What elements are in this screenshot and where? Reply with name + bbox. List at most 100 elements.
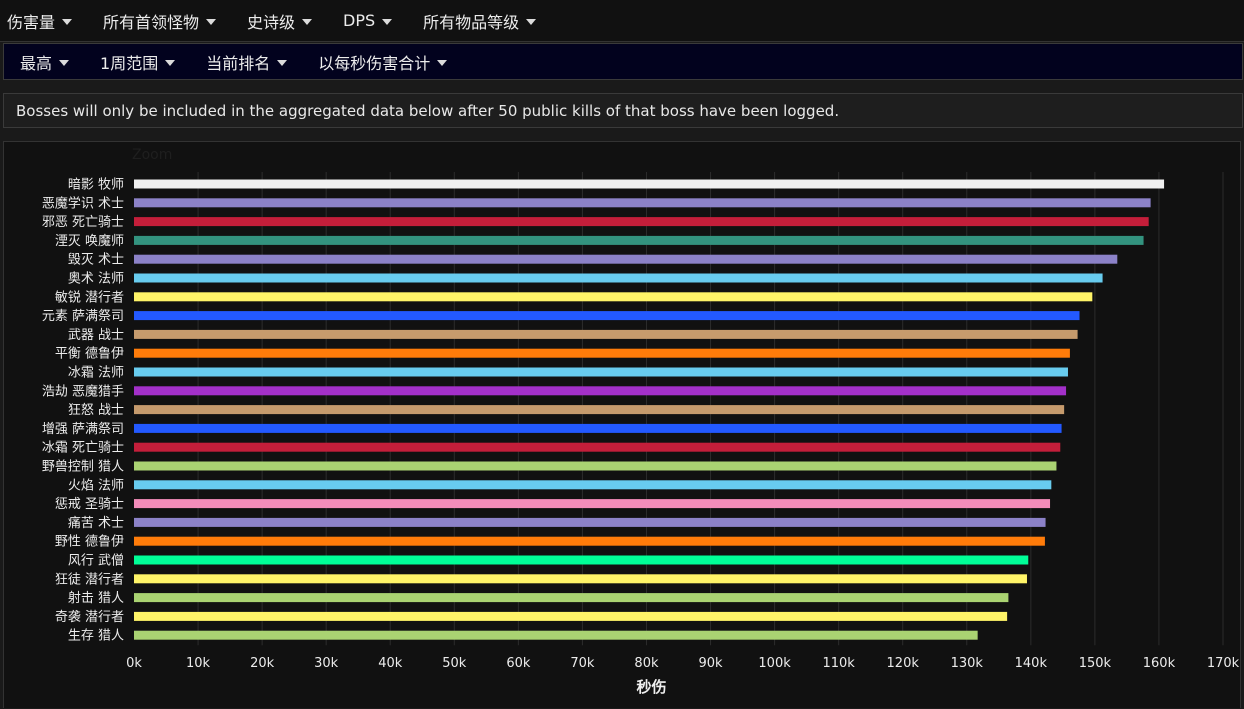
category-label: 平衡 德鲁伊 bbox=[55, 347, 124, 362]
bar[interactable] bbox=[134, 442, 1061, 452]
x-tick-label: 40k bbox=[378, 656, 403, 671]
x-tick-label: 70k bbox=[570, 656, 595, 671]
bar[interactable] bbox=[134, 386, 1067, 396]
x-tick-label: 100k bbox=[758, 656, 791, 671]
top-filter-bar: 伤害量 所有首领怪物 史诗级 DPS 所有物品等级 bbox=[0, 0, 1244, 42]
calculation-dropdown[interactable]: 以每秒伤害合计 bbox=[318, 50, 448, 74]
time-range-dropdown[interactable]: 1周范围 bbox=[100, 50, 176, 74]
category-label: 增强 萨满祭司 bbox=[42, 422, 124, 437]
bar[interactable] bbox=[134, 235, 1144, 245]
x-axis-title: 秒伤 bbox=[636, 678, 666, 696]
category-label: 痛苦 术士 bbox=[68, 515, 124, 531]
boss-dropdown-label: 所有首领怪物 bbox=[103, 12, 200, 32]
item-level-dropdown[interactable]: 所有物品等级 bbox=[423, 9, 537, 33]
metric-dropdown[interactable]: 伤害量 bbox=[7, 9, 73, 33]
category-label: 冰霜 法师 bbox=[68, 366, 124, 381]
caret-down-icon bbox=[302, 18, 313, 25]
x-tick-label: 20k bbox=[250, 656, 275, 671]
category-label: 敏锐 潜行者 bbox=[55, 290, 124, 305]
item-level-dropdown-label: 所有物品等级 bbox=[423, 12, 520, 32]
aggregate-dropdown[interactable]: 最高 bbox=[20, 50, 70, 74]
category-label: 恶魔学识 术士 bbox=[42, 195, 124, 211]
category-label: 邪恶 死亡骑士 bbox=[42, 215, 124, 230]
metric-dropdown-label: 伤害量 bbox=[7, 12, 56, 32]
category-label: 惩戒 圣骑士 bbox=[55, 497, 124, 512]
calculation-dropdown-label: 以每秒伤害合计 bbox=[318, 53, 431, 73]
bar[interactable] bbox=[134, 311, 1080, 321]
x-tick-label: 30k bbox=[314, 656, 339, 671]
bar[interactable] bbox=[134, 179, 1165, 189]
category-label: 射击 猎人 bbox=[68, 590, 124, 606]
caret-down-icon bbox=[437, 59, 448, 66]
notice-text: Bosses will only be included in the aggr… bbox=[16, 101, 840, 120]
aggregate-dropdown-label: 最高 bbox=[20, 53, 53, 73]
category-label: 火焰 法师 bbox=[68, 478, 124, 493]
bar[interactable] bbox=[134, 517, 1046, 527]
x-tick-label: 150k bbox=[1079, 656, 1112, 671]
category-label: 湮灭 唤魔师 bbox=[55, 234, 124, 249]
caret-down-icon bbox=[62, 18, 73, 25]
category-label: 冰霜 死亡骑士 bbox=[42, 441, 124, 456]
category-label: 狂徒 潜行者 bbox=[55, 572, 124, 587]
x-tick-label: 80k bbox=[634, 656, 659, 671]
x-tick-label: 110k bbox=[822, 656, 855, 671]
bar[interactable] bbox=[134, 480, 1052, 490]
caret-down-icon bbox=[59, 59, 70, 66]
category-label: 奇袭 潜行者 bbox=[55, 609, 124, 625]
category-label: 元素 萨满祭司 bbox=[42, 309, 124, 324]
bar[interactable] bbox=[134, 630, 978, 640]
x-tick-label: 120k bbox=[887, 656, 920, 671]
category-label: 生存 猎人 bbox=[68, 629, 124, 644]
bar[interactable] bbox=[134, 574, 1027, 584]
bar[interactable] bbox=[134, 273, 1103, 283]
bar[interactable] bbox=[134, 423, 1062, 433]
role-dropdown[interactable]: DPS bbox=[343, 11, 393, 30]
bar[interactable] bbox=[134, 405, 1065, 415]
notice-banner: Bosses will only be included in the aggr… bbox=[3, 93, 1243, 128]
caret-down-icon bbox=[165, 59, 176, 66]
dps-bar-chart: 暗影 牧师恶魔学识 术士邪恶 死亡骑士湮灭 唤魔师毁灭 术士奥术 法师敏锐 潜行… bbox=[42, 172, 1240, 696]
category-label: 野性 德鲁伊 bbox=[55, 535, 124, 550]
category-label: 浩劫 恶魔猎手 bbox=[42, 384, 124, 399]
boss-dropdown[interactable]: 所有首领怪物 bbox=[103, 9, 217, 33]
ranking-dropdown[interactable]: 当前排名 bbox=[206, 50, 288, 74]
bar[interactable] bbox=[134, 499, 1051, 509]
chart-panel: Zoom 暗影 牧师 恶魔学识 术士 邪恶 死亡骑士 湮灭 唤魔师 毁灭 术士 奥术 法师… bbox=[3, 141, 1241, 708]
bar[interactable] bbox=[134, 367, 1068, 377]
difficulty-dropdown[interactable]: 史诗级 bbox=[247, 9, 313, 33]
bar[interactable] bbox=[134, 611, 1008, 621]
bar[interactable] bbox=[134, 555, 1029, 565]
bar[interactable] bbox=[134, 348, 1070, 358]
difficulty-dropdown-label: 史诗级 bbox=[247, 12, 296, 32]
x-tick-label: 60k bbox=[506, 656, 531, 671]
ranking-dropdown-label: 当前排名 bbox=[206, 53, 271, 73]
category-label: 风行 武僧 bbox=[68, 554, 124, 569]
x-tick-label: 140k bbox=[1015, 656, 1048, 671]
secondary-filter-bar: 最高 1周范围 当前排名 以每秒伤害合计 bbox=[3, 43, 1243, 80]
category-label: 暗影 牧师 bbox=[68, 178, 124, 193]
x-tick-label: 170k bbox=[1207, 656, 1240, 671]
x-tick-label: 130k bbox=[951, 656, 984, 671]
caret-down-icon bbox=[526, 18, 537, 25]
category-label: 毁灭 术士 bbox=[68, 253, 124, 268]
x-tick-label: 160k bbox=[1143, 656, 1176, 671]
bar[interactable] bbox=[134, 461, 1057, 471]
bar[interactable] bbox=[134, 593, 1009, 603]
category-label: 狂怒 战士 bbox=[68, 403, 124, 418]
category-label: 奥术 法师 bbox=[68, 272, 124, 287]
bar[interactable] bbox=[134, 198, 1151, 208]
category-label: 野兽控制 猎人 bbox=[42, 460, 124, 475]
role-dropdown-label: DPS bbox=[343, 11, 376, 30]
bar[interactable] bbox=[134, 329, 1078, 339]
time-range-dropdown-label: 1周范围 bbox=[100, 53, 159, 73]
x-tick-label: 10k bbox=[186, 656, 211, 671]
bar[interactable] bbox=[134, 292, 1093, 302]
bar[interactable] bbox=[134, 536, 1045, 546]
bar[interactable] bbox=[134, 217, 1149, 227]
x-tick-label: 50k bbox=[442, 656, 467, 671]
caret-down-icon bbox=[382, 18, 393, 25]
caret-down-icon bbox=[206, 18, 217, 25]
bar[interactable] bbox=[134, 254, 1118, 264]
caret-down-icon bbox=[277, 59, 288, 66]
x-tick-label: 0k bbox=[126, 656, 142, 671]
